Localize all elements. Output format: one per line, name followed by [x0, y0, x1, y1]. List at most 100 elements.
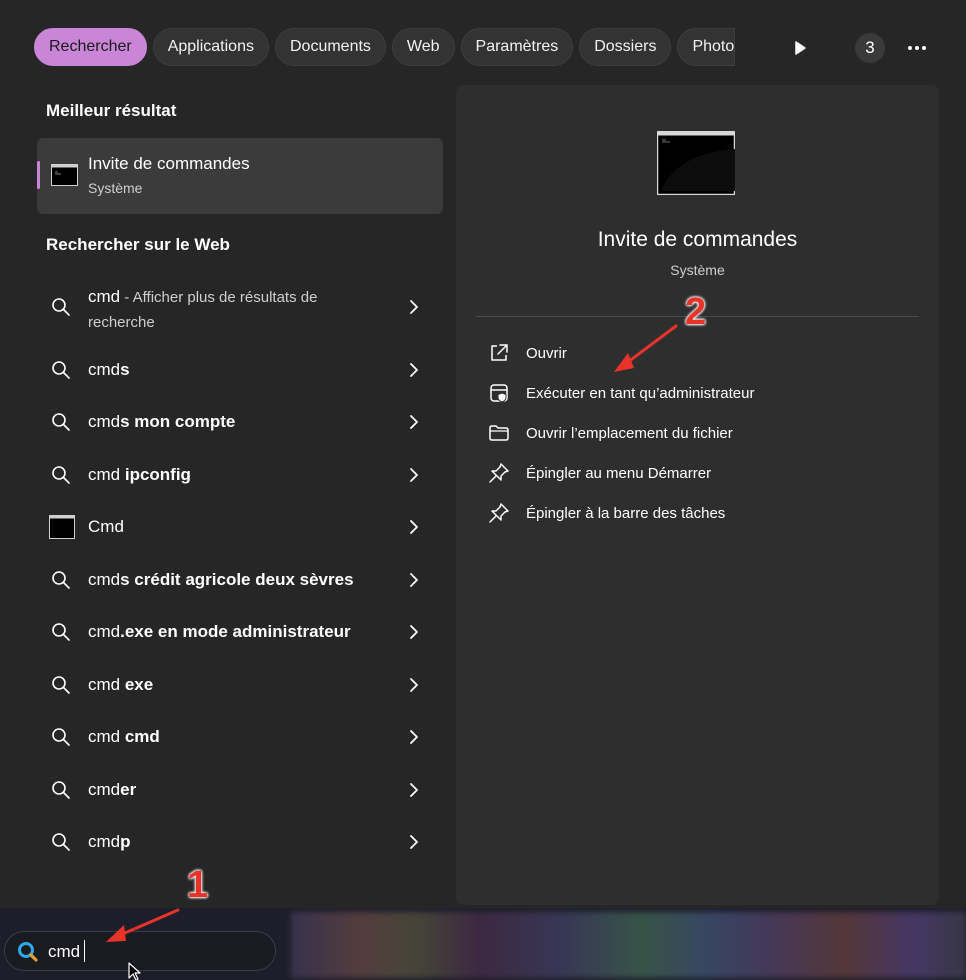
query-text: cmd — [88, 412, 121, 431]
taskbar: cmd — [0, 908, 966, 980]
tab-parametres[interactable]: Paramètres — [460, 28, 574, 66]
web-result-item[interactable]: cmd ipconfig — [37, 450, 443, 500]
tab-photos[interactable]: Photo — [677, 28, 736, 66]
tab-web[interactable]: Web — [391, 28, 455, 66]
search-icon — [52, 361, 70, 379]
web-result-label: Cmd — [88, 517, 124, 537]
chevron-right-icon — [410, 363, 418, 377]
web-result-item[interactable]: cmder — [37, 765, 443, 815]
best-match-title: Invite de commandes — [88, 154, 250, 173]
web-result-item[interactable]: cmd cmd — [37, 712, 443, 762]
run-as-admin-action[interactable]: Exécuter en tant qu’administrateur — [488, 380, 908, 408]
pin-icon — [489, 503, 509, 523]
web-result-label: cmd - Afficher plus de résultats de — [88, 287, 317, 307]
web-result-label: cmds crédit agricole deux sèvres — [88, 570, 354, 590]
cmd-app-icon — [49, 515, 75, 539]
suggestion-text: s mon compte — [120, 412, 236, 431]
chevron-right-icon — [410, 625, 418, 639]
web-search-heading: Rechercher sur le Web — [46, 235, 230, 254]
tab-documents[interactable]: Documents — [274, 28, 386, 66]
run-as-admin-icon — [490, 384, 508, 403]
pin-to-taskbar-action[interactable]: Épingler à la barre des tâches — [488, 500, 908, 528]
web-result-item[interactable]: Cmd — [37, 502, 443, 552]
chevron-right-icon — [410, 520, 418, 534]
web-result-item[interactable]: cmds — [37, 345, 443, 395]
search-icon — [52, 571, 70, 589]
query-text: cmd — [88, 465, 125, 484]
suggestion-text: er — [120, 780, 137, 799]
cmd-app-icon — [51, 164, 78, 186]
selection-indicator — [37, 161, 40, 189]
web-result-label: cmd exe — [88, 675, 153, 695]
chevron-right-icon — [410, 468, 418, 482]
query-text: cmd — [88, 622, 121, 641]
web-result-label: cmd.exe en mode administrateur — [88, 622, 351, 642]
rewards-badge[interactable]: 3 — [855, 33, 885, 63]
chevron-right-icon — [410, 678, 418, 692]
search-icon — [52, 676, 70, 694]
web-result-label: cmd cmd — [88, 727, 160, 747]
chevron-right-icon — [410, 573, 418, 587]
query-text: cmd — [88, 780, 121, 799]
mouse-cursor-icon — [128, 962, 141, 980]
web-result-label: cmds — [88, 360, 130, 380]
search-icon — [52, 623, 70, 641]
query-text: cmd — [88, 675, 125, 694]
search-icon — [52, 833, 70, 851]
detail-title: Invite de commandes — [597, 228, 798, 251]
chevron-right-icon — [410, 835, 418, 849]
query-text: cmd — [88, 727, 125, 746]
web-result-item[interactable]: cmds mon compte — [37, 397, 443, 447]
annotation-step-2: 2 — [685, 291, 707, 333]
tab-rechercher[interactable]: Rechercher — [34, 28, 147, 66]
query-text: cmd — [88, 570, 121, 589]
cmd-large-icon — [657, 131, 735, 195]
detail-subtitle: Système — [670, 262, 725, 278]
web-result-label: cmdp — [88, 832, 131, 852]
detail-pane: Invite de commandes Système Ouvrir Exécu… — [456, 85, 939, 905]
best-match-item[interactable]: Invite de commandes Système — [37, 138, 443, 214]
search-input-value: cmd — [48, 942, 81, 961]
open-action[interactable]: Ouvrir — [488, 340, 908, 368]
play-button[interactable] — [786, 34, 814, 62]
web-result-item[interactable]: cmd.exe en mode administrateur — [37, 607, 443, 657]
search-panel: Rechercher Applications Documents Web Pa… — [0, 0, 966, 908]
annotation-step-1: 1 — [187, 864, 209, 906]
suggestion-text: s crédit agricole deux sèvres — [120, 570, 354, 589]
run-as-admin-label: Exécuter en tant qu’administrateur — [526, 385, 755, 402]
open-label: Ouvrir — [526, 345, 567, 362]
open-file-location-label: Ouvrir l’emplacement du fichier — [526, 425, 733, 442]
best-match-heading: Meilleur résultat — [46, 101, 177, 120]
web-result-label: cmd ipconfig — [88, 465, 191, 485]
more-icon — [908, 46, 926, 50]
text-caret — [84, 940, 85, 962]
chevron-right-icon — [410, 300, 418, 314]
search-icon — [52, 466, 70, 484]
open-file-location-action[interactable]: Ouvrir l’emplacement du fichier — [488, 420, 908, 448]
web-result-item[interactable]: cmd exe — [37, 660, 443, 710]
search-icon — [52, 413, 70, 431]
best-match-subtitle: Système — [88, 180, 143, 196]
suggestion-text: p — [120, 832, 131, 851]
more-results-text: - Afficher plus de résultats de — [120, 289, 318, 306]
tab-dossiers[interactable]: Dossiers — [579, 28, 672, 66]
pin-to-start-action[interactable]: Épingler au menu Démarrer — [488, 460, 908, 488]
folder-icon — [489, 425, 509, 441]
more-button[interactable] — [902, 34, 932, 62]
open-external-icon — [491, 344, 508, 361]
suggestion-text: ipconfig — [124, 465, 191, 484]
web-result-label: cmds mon compte — [88, 412, 235, 432]
web-result-item[interactable]: cmdp — [37, 817, 443, 867]
web-result-item[interactable]: cmd - Afficher plus de résultats de rech… — [37, 283, 443, 333]
tab-applications[interactable]: Applications — [152, 28, 269, 66]
play-icon — [795, 41, 806, 55]
search-icon — [52, 781, 70, 799]
web-result-label-line2: recherche — [88, 314, 155, 331]
pin-icon — [489, 463, 509, 483]
suggestion-text: exe — [124, 675, 154, 694]
web-result-item[interactable]: cmds crédit agricole deux sèvres — [37, 555, 443, 605]
chevron-right-icon — [410, 730, 418, 744]
filter-tabs: Rechercher Applications Documents Web Pa… — [34, 28, 769, 68]
query-text: cmd — [88, 832, 121, 851]
search-icon — [52, 728, 70, 746]
